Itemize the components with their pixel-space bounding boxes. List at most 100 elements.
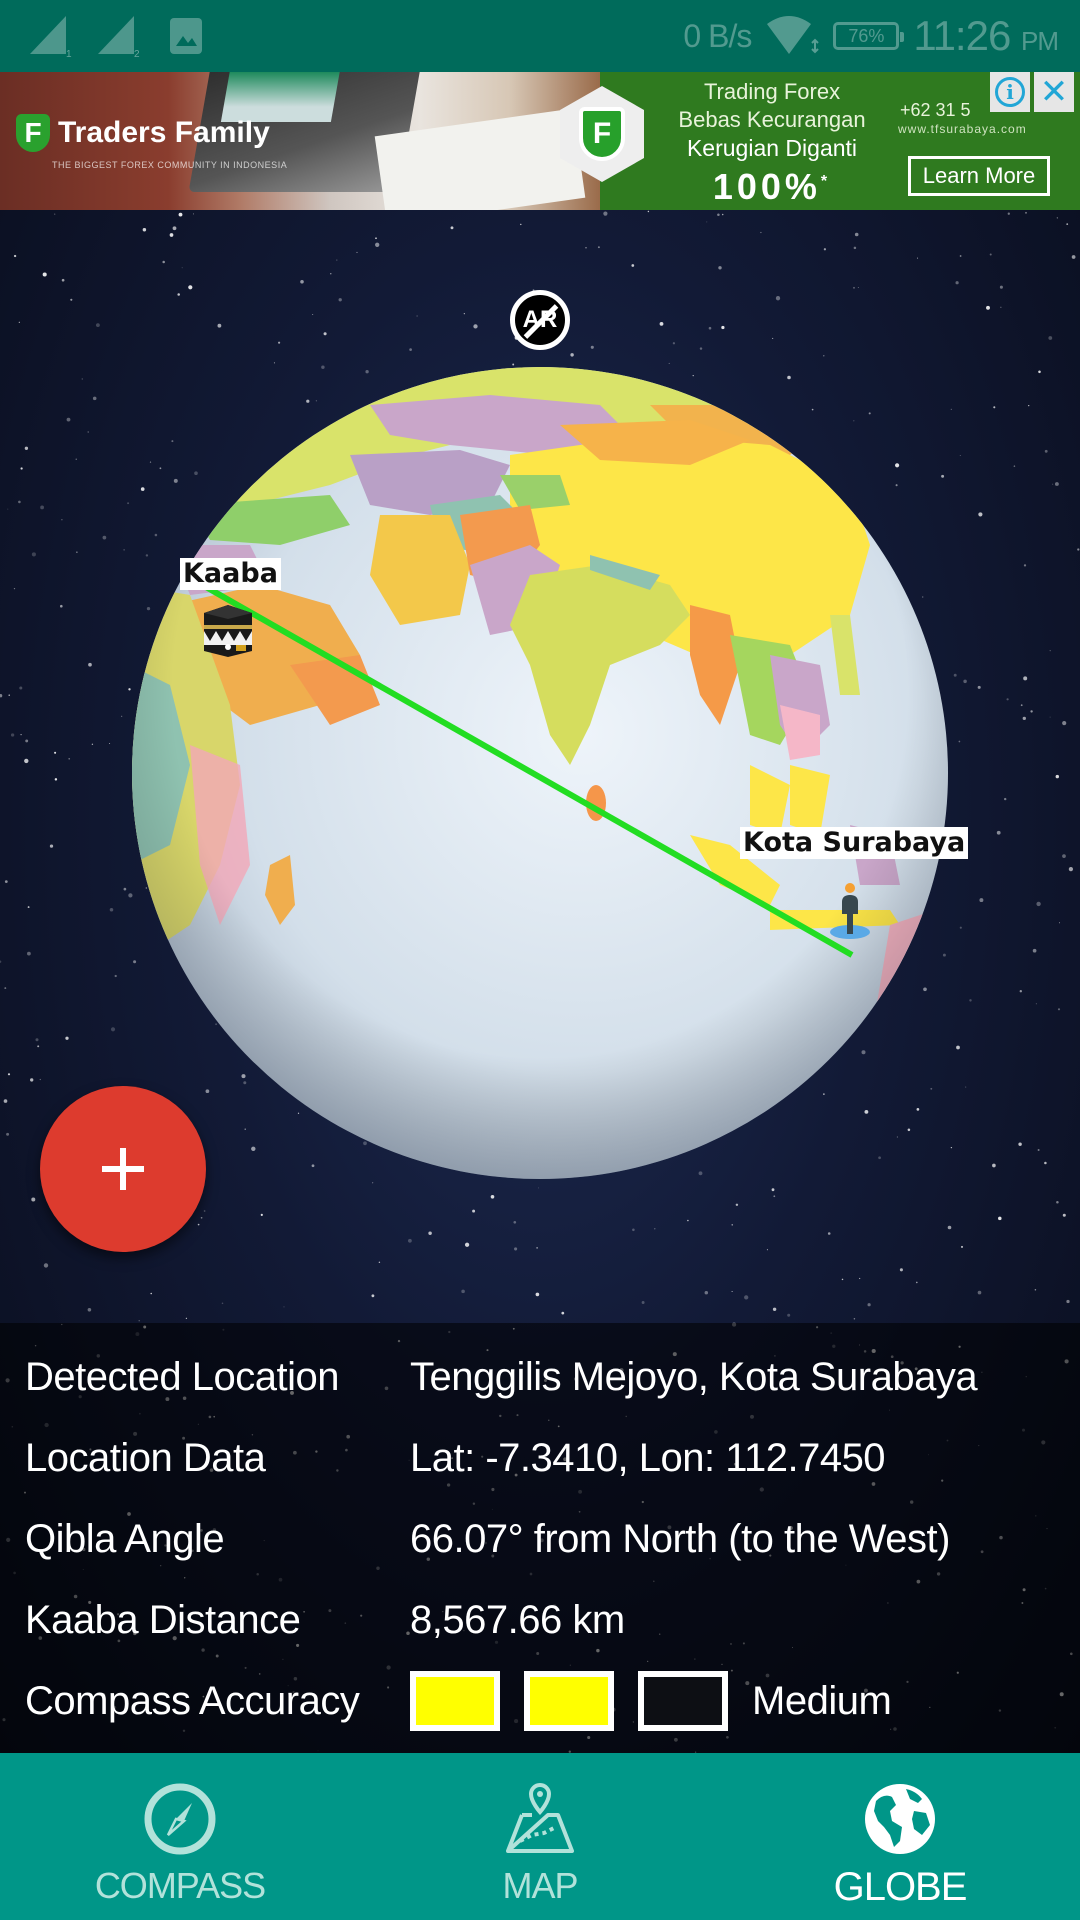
star (142, 227, 147, 232)
star (3, 1099, 8, 1103)
info-value: Lat: -7.3410, Lon: 112.7450 (410, 1435, 886, 1480)
star (787, 1313, 791, 1317)
star (953, 673, 957, 677)
star (24, 758, 29, 764)
image-icon (170, 18, 202, 54)
signal-sim2-icon: 2 (98, 16, 140, 58)
user-location-icon[interactable] (826, 880, 874, 940)
star (721, 325, 725, 330)
star (409, 348, 412, 351)
star (1034, 1289, 1037, 1291)
accuracy-indicator (410, 1671, 752, 1731)
star (1013, 465, 1016, 467)
star (1004, 797, 1007, 801)
network-speed: 0 B/s (683, 17, 752, 54)
star (7, 508, 9, 510)
close-icon: ✕ (1039, 73, 1069, 111)
star (13, 587, 16, 590)
info-value: 8,567.66 km (410, 1597, 625, 1642)
star (841, 1278, 844, 1281)
star (123, 887, 127, 891)
learn-more-button[interactable]: Learn More (908, 156, 1050, 196)
kaaba-label: Kaaba (180, 558, 281, 590)
star (1049, 716, 1051, 718)
info-value: 66.07° from North (to the West) (410, 1516, 950, 1561)
star (1066, 223, 1069, 225)
star (1059, 922, 1061, 924)
star (659, 322, 664, 326)
star (744, 1295, 749, 1300)
star (520, 223, 522, 226)
star (197, 1223, 200, 1226)
star (1037, 1149, 1040, 1151)
star (450, 226, 454, 230)
star (1054, 482, 1059, 486)
star (18, 500, 21, 504)
ad-info-button[interactable]: i (990, 72, 1030, 112)
globe-icon (865, 1784, 935, 1854)
info-row-detected-location: Detected Location Tenggilis Mejoyo, Kota… (25, 1347, 978, 1407)
star (416, 315, 418, 317)
star (472, 1209, 476, 1213)
globe[interactable] (130, 365, 950, 1180)
star (1062, 1213, 1066, 1217)
star (1036, 901, 1041, 907)
star (92, 396, 97, 401)
star (827, 1232, 831, 1235)
ad-percent: 100%* (712, 166, 832, 207)
star (20, 733, 22, 736)
ad-close-button[interactable]: ✕ (1034, 72, 1074, 112)
star (185, 1317, 188, 1319)
star (989, 253, 992, 256)
nav-tab-map[interactable]: MAP (360, 1753, 720, 1920)
star (95, 323, 100, 328)
star (603, 211, 608, 216)
star (461, 1289, 465, 1294)
ad-copy: Trading Forex Bebas Kecurangan Kerugian … (662, 78, 882, 207)
star (1056, 1201, 1059, 1204)
star (1048, 336, 1053, 340)
star (731, 1290, 733, 1293)
star (718, 266, 722, 270)
star (464, 1242, 470, 1247)
add-fab-button[interactable] (40, 1086, 206, 1252)
star (570, 353, 574, 357)
wifi-icon (767, 16, 820, 54)
star (336, 259, 338, 261)
star (87, 1308, 92, 1312)
star (1062, 721, 1067, 726)
star (54, 751, 57, 754)
ad-brand-name: Traders Family (58, 116, 270, 149)
bottom-navigation: COMPASS MAP GLOBE (0, 1753, 1080, 1920)
star (428, 1231, 432, 1235)
star (114, 974, 117, 978)
star (490, 1195, 495, 1199)
star (631, 264, 635, 267)
star (40, 505, 44, 510)
star (371, 1294, 375, 1298)
star (200, 1216, 203, 1219)
nav-tab-globe[interactable]: GLOBE (720, 1753, 1080, 1920)
star (955, 281, 959, 285)
star (771, 1188, 775, 1192)
info-label: Kaaba Distance (25, 1597, 301, 1642)
star (177, 293, 180, 296)
ar-toggle-button[interactable]: AR (510, 290, 570, 350)
star (766, 1249, 768, 1251)
accuracy-box (410, 1671, 500, 1731)
star (110, 1027, 116, 1032)
kaaba-icon[interactable] (200, 603, 256, 657)
star (138, 1320, 140, 1322)
star (1018, 1142, 1022, 1146)
ar-off-icon: AR (522, 306, 558, 333)
star (54, 778, 58, 781)
ad-banner[interactable]: F Traders Family THE BIGGEST FOREX COMMU… (0, 72, 1080, 210)
star (772, 337, 774, 339)
nav-tab-compass[interactable]: COMPASS (0, 1753, 360, 1920)
star (536, 1247, 538, 1249)
star (278, 341, 281, 344)
star (1028, 404, 1030, 407)
star (977, 685, 981, 689)
star (54, 213, 56, 215)
star (687, 1219, 689, 1222)
